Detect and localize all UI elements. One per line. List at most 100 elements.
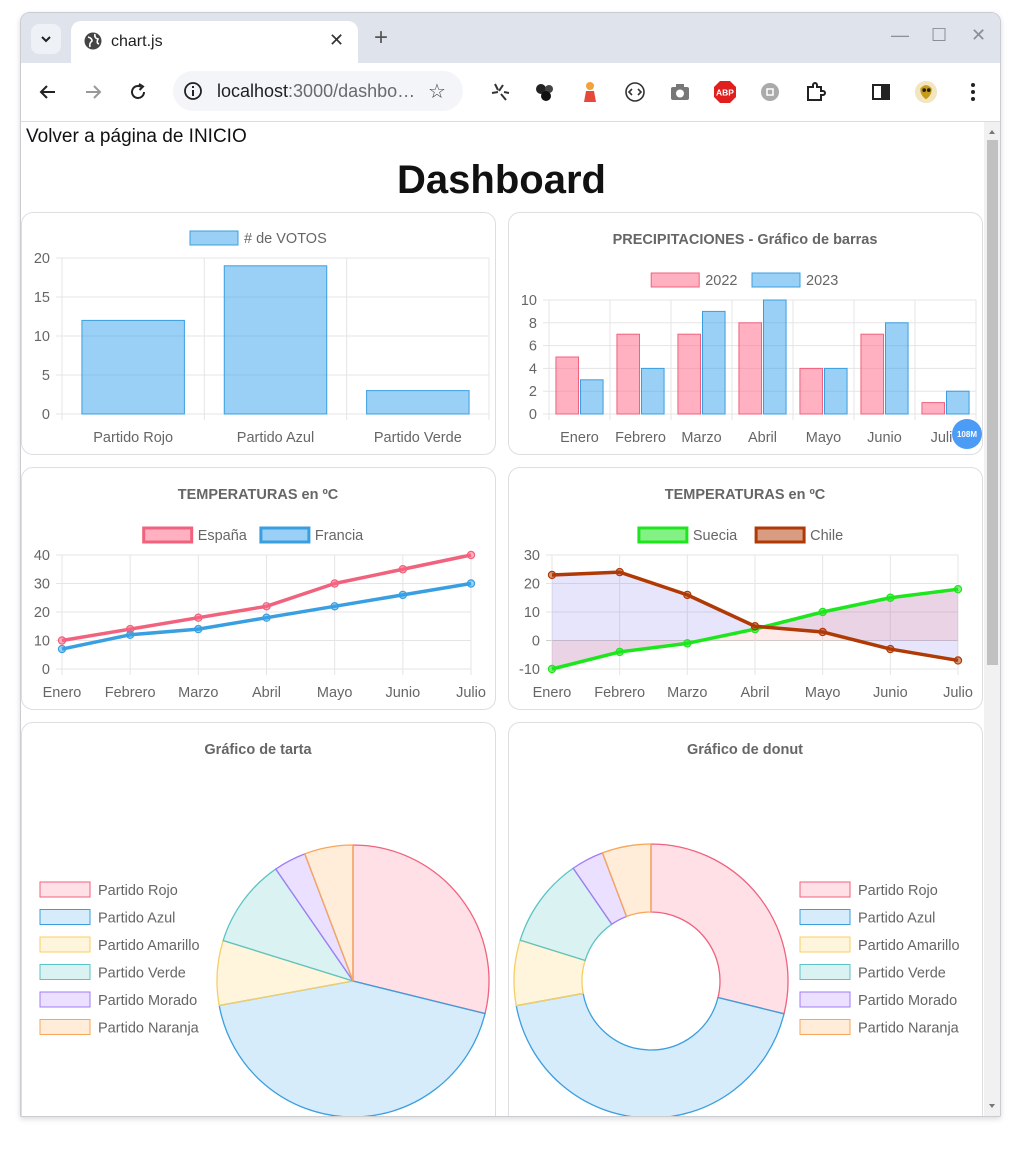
menu-kebab-icon[interactable]	[961, 80, 985, 104]
tab-active[interactable]: chart.js ✕	[71, 21, 358, 63]
extension-figure-icon[interactable]	[578, 80, 602, 104]
legend-swatch	[799, 936, 851, 953]
url-text: localhost:3000/dashbo…	[217, 81, 415, 102]
y-tick-label: 0	[42, 662, 50, 678]
extension-spheres-icon[interactable]	[533, 80, 557, 104]
chevron-down-icon	[41, 36, 51, 43]
y-tick-label: 0	[529, 407, 537, 423]
chart-title: TEMPERATURAS en ºC	[178, 487, 339, 503]
point-España-Mayo	[330, 579, 339, 588]
legend-swatch	[799, 1019, 851, 1035]
chart-card-temp1: TEMPERATURAS en ºC España Francia 0 10 20 30 40…	[21, 467, 496, 710]
temp-line-chart-2: TEMPERATURAS en ºC Suecia Chile -10 0 10 20 30 E…	[519, 487, 973, 701]
point-Francia-Mayo	[330, 602, 339, 611]
forward-button[interactable]	[80, 79, 106, 105]
legend-label: Partido Morado	[858, 993, 957, 1009]
page-content: Volver a página de INICIO Dashboard # de…	[21, 122, 984, 1116]
point-Chile-Marzo	[683, 590, 692, 600]
chart-card-donut: Gráfico de donut Partido Rojo Partido Azul…	[508, 722, 983, 1116]
legend-label: Partido Azul	[858, 911, 935, 927]
scroll-thumb[interactable]	[987, 140, 998, 665]
x-tick-label: Julio	[943, 685, 973, 701]
maximize-button[interactable]: ☐	[931, 25, 947, 46]
info-icon[interactable]	[183, 81, 203, 101]
globe-icon	[84, 32, 102, 50]
extension-sparkle-icon[interactable]	[488, 80, 512, 104]
pie-chart: Gráfico de tarta Partido Rojo Partido Azul…	[39, 742, 490, 1116]
tab-title: chart.js	[111, 33, 163, 50]
bar-2022-Enero	[555, 356, 579, 415]
tab-search-button[interactable]	[31, 24, 61, 54]
x-tick-label: Partido Verde	[374, 430, 462, 446]
legend-swatch	[39, 936, 91, 953]
legend-label: Partido Azul	[98, 911, 175, 927]
y-tick-label: -10	[519, 662, 540, 678]
bookmark-star-icon[interactable]: ☆	[428, 79, 446, 104]
point-Chile-Junio	[886, 644, 895, 654]
y-tick-label: 5	[42, 368, 50, 384]
tab-strip: chart.js ✕ + — ☐ ✕	[21, 13, 1000, 63]
slice-partido-azul	[515, 992, 785, 1116]
profile-avatar[interactable]	[914, 80, 938, 104]
bar-2022-Abril	[738, 322, 762, 415]
legend-label: 2022	[705, 273, 737, 289]
tab-close-icon[interactable]: ✕	[329, 30, 344, 51]
scrollbar[interactable]	[984, 122, 1000, 1116]
legend-swatch	[39, 964, 91, 980]
minimize-button[interactable]: —	[891, 25, 909, 46]
legend-swatch	[799, 909, 851, 925]
chart-card-pie: Gráfico de tarta Partido Rojo Partido Azul…	[21, 722, 496, 1116]
legend-swatch	[650, 272, 700, 288]
point-Francia-Julio	[466, 579, 476, 588]
x-tick-label: Junio	[867, 430, 902, 446]
y-tick-label: 10	[524, 605, 540, 621]
x-tick-label: Mayo	[317, 685, 352, 701]
legend-label: Francia	[315, 528, 364, 544]
bar-# de VOTOS-Partido Rojo	[81, 319, 185, 415]
chart-card-votes: # de VOTOS 0 5 10 15 20 Partido Rojo Partido Az…	[21, 212, 496, 455]
point-Suecia-Junio	[886, 593, 895, 602]
y-tick-label: 10	[521, 293, 537, 309]
url-host: localhost	[217, 81, 289, 101]
x-tick-label: Marzo	[667, 685, 707, 701]
bar-2023-Julio	[946, 390, 970, 415]
scroll-down-icon[interactable]	[984, 1098, 1000, 1114]
adblock-icon[interactable]: ABP	[713, 80, 737, 104]
chart-title: Gráfico de donut	[687, 742, 803, 758]
legend-swatch	[39, 881, 91, 898]
point-España-Marzo	[194, 613, 203, 622]
extension-code-icon[interactable]	[623, 80, 647, 104]
reload-icon	[131, 83, 145, 99]
bar-2023-Mayo	[824, 367, 848, 415]
point-Suecia-Mayo	[818, 607, 827, 617]
extension-camera-icon[interactable]	[668, 80, 692, 104]
arrow-right-icon	[86, 85, 102, 99]
extensions-puzzle-icon[interactable]	[803, 80, 827, 104]
window-close-button[interactable]: ✕	[971, 25, 986, 46]
point-Suecia-Enero	[547, 664, 557, 674]
x-tick-label: Marzo	[681, 430, 721, 446]
extension-command-icon[interactable]	[758, 80, 782, 104]
x-tick-label: Febrero	[615, 430, 666, 446]
y-tick-label: 10	[34, 634, 50, 650]
scroll-up-icon[interactable]	[984, 124, 1000, 140]
x-tick-label: Mayo	[805, 685, 840, 701]
legend-label: Partido Amarillo	[858, 938, 960, 954]
legend-label: Partido Naranja	[98, 1021, 200, 1037]
side-panel-icon[interactable]	[869, 80, 893, 104]
y-tick-label: 15	[34, 290, 50, 306]
home-link[interactable]: Volver a página de INICIO	[26, 126, 247, 148]
x-tick-label: Julio	[456, 685, 486, 701]
y-tick-label: 40	[34, 548, 50, 564]
address-bar[interactable]: localhost:3000/dashbo… ☆	[173, 71, 463, 111]
new-tab-button[interactable]: +	[374, 24, 388, 52]
point-España-Enero	[57, 636, 67, 645]
bar-2023-Marzo	[702, 310, 726, 415]
reload-button[interactable]	[125, 79, 151, 105]
x-tick-label: Enero	[533, 685, 572, 701]
legend-swatch	[751, 272, 801, 288]
x-tick-label: Febrero	[594, 685, 645, 701]
back-button[interactable]	[35, 79, 61, 105]
legend-swatch	[799, 964, 851, 980]
legend-swatch	[637, 526, 689, 544]
